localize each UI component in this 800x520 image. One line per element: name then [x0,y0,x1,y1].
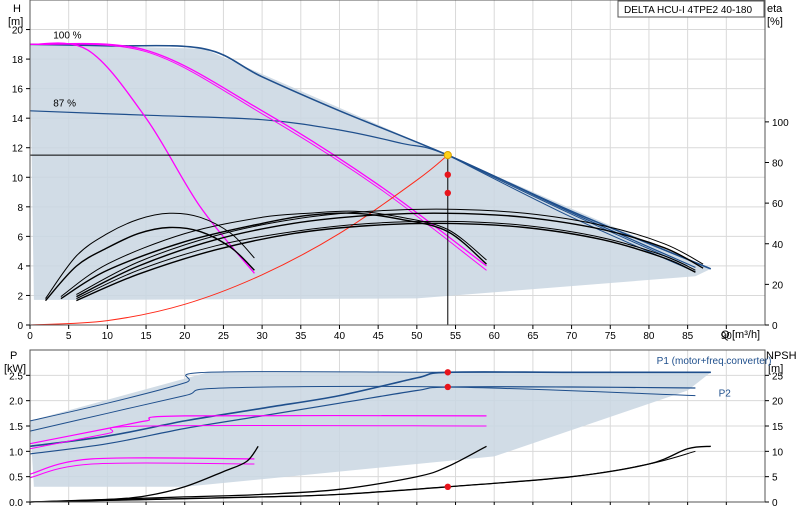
speed-label: 87 % [53,98,76,109]
p-tick-label: 0.0 [9,498,23,509]
y-axis-title-upper: H [13,3,21,15]
speed-label: 100 % [53,30,81,41]
y-tick-label: 10 [12,173,24,184]
power-marker [444,369,451,376]
duty-point-marker [443,151,452,160]
p-tick-label: 2.0 [9,397,23,408]
chart-title: DELTA HCU-I 4TPE2 40-180 [624,5,752,16]
y2-tick-label: 20 [772,280,784,291]
p-tick-label: 0.5 [9,473,23,484]
npsh-tick-label: 20 [772,397,784,408]
x-axis-title: Q [721,329,730,341]
y-tick-label: 2 [17,291,23,302]
x-axis-unit: [m³/h] [732,329,760,341]
y-tick-label: 4 [17,262,23,273]
y2-tick-label: 0 [772,321,778,332]
x-tick-label: 15 [140,331,152,342]
x-tick-label: 5 [66,331,72,342]
npsh-tick-label: 10 [772,447,784,458]
y2-tick-label: 40 [772,240,784,251]
x-tick-label: 60 [489,331,501,342]
y-axis-unit-upper: [m] [8,16,23,28]
p-tick-label: 1.0 [9,447,23,458]
y-tick-label: 18 [12,55,24,66]
x-tick-label: 10 [102,331,114,342]
eta-marker [444,171,451,178]
x-tick-label: 20 [179,331,191,342]
x-tick-label: 0 [27,331,33,342]
y-axis-title-lower: P [10,350,17,362]
x-tick-label: 55 [450,331,462,342]
y-tick-label: 0 [17,321,23,332]
y2-axis-unit-upper: [%] [767,16,783,28]
y-tick-label: 14 [12,114,24,125]
y-tick-label: 8 [17,203,23,214]
series-label: P1 (motor+freq.converter) [657,356,772,367]
pump-curve-chart: 0 5 10 15 20 25 30 35 40 45 50 55 60 65 70 75 80 85 900246… [0,0,800,520]
power-marker [444,483,451,490]
x-tick-label: 80 [643,331,655,342]
eta-marker [444,189,451,197]
y2-tick-label: 60 [772,199,784,210]
x-tick-label: 65 [527,331,539,342]
npsh-tick-label: 5 [772,473,778,484]
y-axis-unit-lower: [kW] [4,363,26,375]
x-tick-label: 25 [218,331,230,342]
y2-tick-label: 80 [772,159,784,170]
y2-tick-label: 100 [772,118,789,129]
y-tick-label: 6 [17,232,23,243]
x-tick-label: 35 [295,331,307,342]
x-tick-label: 70 [566,331,578,342]
x-tick-label: 75 [605,331,617,342]
y-tick-label: 12 [12,144,24,155]
power-marker [444,383,451,391]
npsh-tick-label: 15 [772,422,784,433]
x-tick-label: 40 [334,331,346,342]
x-tick-label: 50 [411,331,423,342]
y2-axis-title-upper: eta [767,3,783,15]
x-tick-label: 45 [373,331,385,342]
p-tick-label: 1.5 [9,422,23,433]
x-tick-label: 85 [682,331,694,342]
x-tick-label: 30 [257,331,269,342]
npsh-tick-label: 0 [772,498,778,509]
y-tick-label: 16 [12,85,24,96]
series-label: P2 [719,389,732,400]
